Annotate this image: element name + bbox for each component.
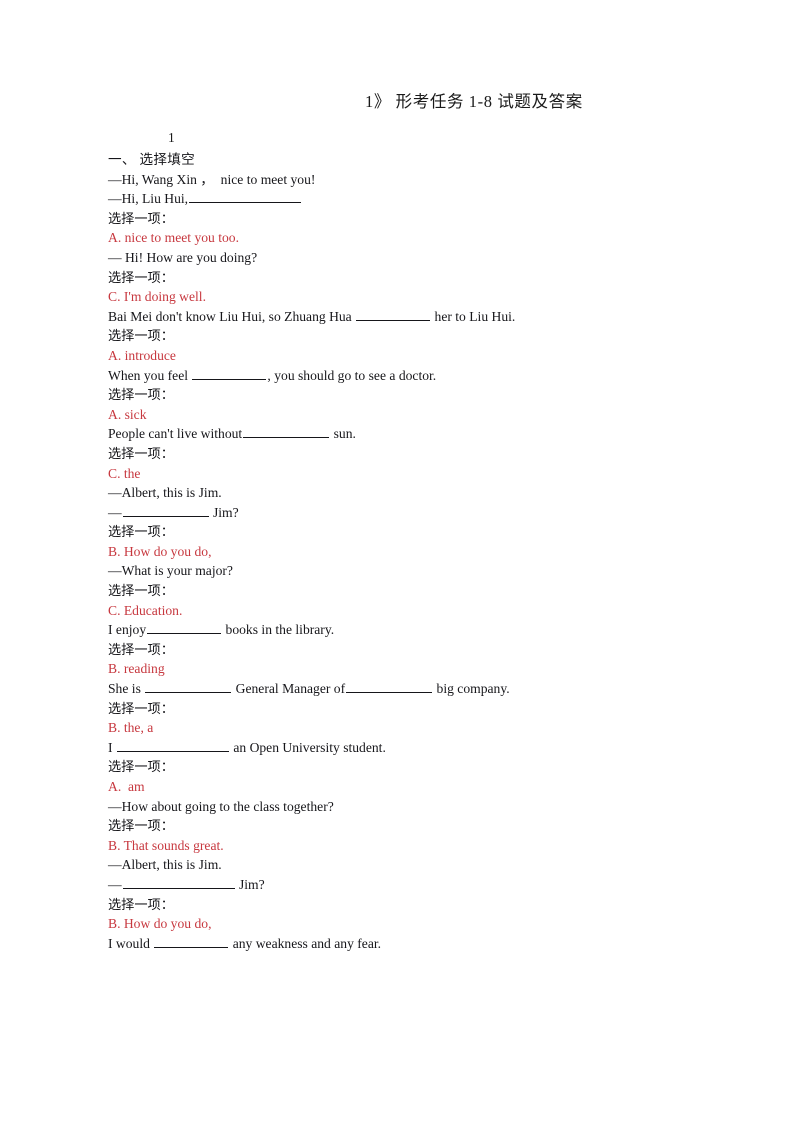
question-text: When you feel bbox=[108, 367, 192, 383]
question-line: I would any weakness and any fear. bbox=[108, 934, 708, 954]
answer-text: C. Education. bbox=[108, 602, 183, 618]
question-text: —Albert, this is Jim. bbox=[108, 485, 222, 501]
question-text: Jim? bbox=[235, 876, 265, 892]
answer-text: A. am bbox=[108, 779, 145, 794]
answer-text: C. I'm doing well. bbox=[108, 289, 206, 305]
answer-text: A. nice to meet you too. bbox=[108, 230, 239, 246]
document-page: 1》 形考任务 1-8 试题及答案 1 一、 选择填空 —Hi, Wang Xi… bbox=[0, 0, 793, 1122]
answer-text: B. the, a bbox=[108, 720, 154, 736]
question-text: an Open University student. bbox=[229, 739, 386, 755]
question-text: any weakness and any fear. bbox=[229, 935, 382, 951]
choose-one-label: 选择一项： bbox=[108, 445, 174, 461]
answer-blank bbox=[346, 680, 433, 694]
question-line: —What is your major? bbox=[108, 561, 708, 581]
question-line: — Hi! How are you doing? bbox=[108, 248, 708, 268]
answer-blank bbox=[192, 366, 267, 380]
question-line: —Albert, this is Jim. bbox=[108, 855, 708, 875]
choose-one-label: 选择一项： bbox=[108, 896, 174, 912]
answer-text: A. introduce bbox=[108, 347, 176, 363]
question-line: —Hi, Wang Xin ， nice to meet you! bbox=[108, 170, 708, 190]
answer-text: A. sick bbox=[108, 406, 147, 422]
question-text: I bbox=[108, 739, 116, 755]
answer-text: B. That sounds great. bbox=[108, 837, 224, 853]
answer-blank bbox=[356, 307, 431, 321]
choose-one-label: 选择一项： bbox=[108, 328, 174, 344]
answer-blank bbox=[243, 425, 330, 439]
question-list: —Hi, Wang Xin ， nice to meet you! —Hi, Li… bbox=[108, 170, 708, 954]
question-text: —Albert, this is Jim. bbox=[108, 857, 222, 873]
page-title: 1》 形考任务 1-8 试题及答案 bbox=[365, 92, 583, 111]
question-line: — Jim? bbox=[108, 503, 708, 523]
question-text: —Hi, Liu Hui, bbox=[108, 191, 189, 207]
choose-one-label: 选择一项： bbox=[108, 583, 174, 599]
choose-one-label: 选择一项： bbox=[108, 700, 174, 716]
answer-text: B. reading bbox=[108, 661, 165, 677]
page-marker: 1 bbox=[168, 130, 175, 145]
question-text: —How about going to the class together? bbox=[108, 798, 334, 814]
question-text: She is bbox=[108, 681, 145, 697]
question-text: big company. bbox=[433, 681, 510, 697]
choose-one-label: 选择一项： bbox=[108, 524, 174, 540]
answer-blank bbox=[122, 875, 235, 889]
question-line: I an Open University student. bbox=[108, 738, 708, 758]
question-text: Bai Mei don't know Liu Hui, so Zhuang Hu… bbox=[108, 308, 356, 324]
answer-blank bbox=[145, 680, 232, 694]
question-text: her to Liu Hui. bbox=[431, 308, 516, 324]
answer-blank bbox=[154, 934, 229, 948]
question-text: — bbox=[108, 504, 122, 520]
question-text: sun. bbox=[330, 426, 356, 442]
answer-text: B. How do you do, bbox=[108, 543, 212, 559]
answer-blank bbox=[116, 738, 229, 752]
choose-one-label: 选择一项： bbox=[108, 759, 174, 775]
question-text: People can't live without bbox=[108, 426, 243, 442]
choose-one-label: 选择一项： bbox=[108, 387, 174, 403]
question-line: Bai Mei don't know Liu Hui, so Zhuang Hu… bbox=[108, 307, 708, 327]
answer-blank bbox=[189, 190, 302, 204]
choose-one-label: 选择一项： bbox=[108, 210, 174, 226]
document-body: 一、 选择填空 —Hi, Wang Xin ， nice to meet you… bbox=[108, 150, 708, 953]
question-text: I enjoy bbox=[108, 622, 147, 638]
choose-one-label: 选择一项： bbox=[108, 269, 174, 285]
question-text: — bbox=[108, 876, 122, 892]
question-text: General Manager of bbox=[232, 681, 346, 697]
question-text: Jim? bbox=[209, 504, 239, 520]
question-text: I would bbox=[108, 935, 154, 951]
choose-one-label: 选择一项： bbox=[108, 641, 174, 657]
choose-one-label: 选择一项： bbox=[108, 818, 174, 834]
answer-text: C. the bbox=[108, 465, 141, 481]
question-text: — Hi! How are you doing? bbox=[108, 249, 258, 265]
question-text: books in the library. bbox=[222, 622, 335, 638]
question-line: —Albert, this is Jim. bbox=[108, 483, 708, 503]
answer-blank bbox=[147, 621, 222, 635]
question-line: —How about going to the class together? bbox=[108, 797, 708, 817]
question-line: She is General Manager of big company. bbox=[108, 679, 708, 699]
question-line: People can't live without sun. bbox=[108, 424, 708, 444]
question-text: —Hi, Wang Xin ， nice to meet you! bbox=[108, 171, 316, 187]
question-line: — Jim? bbox=[108, 875, 708, 895]
answer-text: B. How do you do, bbox=[108, 916, 212, 932]
section-heading: 一、 选择填空 bbox=[108, 152, 196, 167]
question-line: —Hi, Liu Hui, bbox=[108, 189, 708, 209]
question-line: When you feel , you should go to see a d… bbox=[108, 366, 708, 386]
answer-blank bbox=[122, 503, 209, 517]
question-text: —What is your major? bbox=[108, 563, 233, 579]
question-text: , you should go to see a doctor. bbox=[267, 367, 437, 383]
question-line: I enjoy books in the library. bbox=[108, 620, 708, 640]
